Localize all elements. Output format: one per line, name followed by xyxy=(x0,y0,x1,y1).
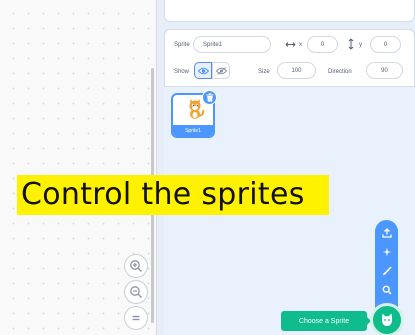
sprite-name-input[interactable]: Sprite1 xyxy=(193,36,271,53)
show-hidden-button[interactable] xyxy=(212,62,230,79)
surprise-icon xyxy=(382,247,391,256)
y-arrows-icon xyxy=(348,38,354,50)
zoom-out-icon xyxy=(130,286,142,298)
zoom-out-button[interactable] xyxy=(124,280,148,304)
direction-input[interactable]: 90 xyxy=(366,62,403,79)
x-value: 0 xyxy=(320,41,325,48)
zoom-reset-button[interactable] xyxy=(124,306,148,330)
upload-icon xyxy=(381,227,392,238)
sprite-name-value: Sprite1 xyxy=(203,41,223,48)
zoom-in-button[interactable] xyxy=(124,254,148,278)
delete-sprite-button[interactable] xyxy=(202,90,217,105)
stage[interactable] xyxy=(164,0,415,22)
size-value: 100 xyxy=(291,67,302,74)
show-label: Show xyxy=(174,69,190,75)
zoom-reset-icon xyxy=(132,315,140,321)
y-value: 0 xyxy=(383,41,388,48)
size-label: Size xyxy=(258,69,270,75)
zoom-in-icon xyxy=(130,260,142,272)
direction-value: 90 xyxy=(381,67,388,74)
x-label: x xyxy=(299,42,302,48)
eye-hidden-icon xyxy=(215,66,227,75)
y-input[interactable]: 0 xyxy=(370,36,401,53)
surprise-sprite-button[interactable] xyxy=(375,243,398,260)
search-sprite-button[interactable] xyxy=(375,281,398,298)
x-arrows-icon xyxy=(285,42,296,47)
paint-icon xyxy=(382,265,392,275)
direction-label: Direction xyxy=(328,69,352,75)
upload-sprite-button[interactable] xyxy=(375,224,398,241)
paint-sprite-button[interactable] xyxy=(375,262,398,279)
sprite-info-panel: Sprite Sprite1 x 0 y 0 Show Size 100 Dir… xyxy=(164,29,415,87)
sprite-name-label: Sprite xyxy=(174,42,190,48)
size-input[interactable]: 100 xyxy=(277,62,316,79)
cat-add-icon xyxy=(381,313,393,326)
show-visible-button[interactable] xyxy=(194,62,212,79)
eye-icon xyxy=(197,67,209,74)
choose-sprite-tooltip: Choose a Sprite xyxy=(281,311,371,331)
x-input[interactable]: 0 xyxy=(307,36,338,53)
sprite-tile-name: Sprite1 xyxy=(173,125,213,136)
search-icon xyxy=(382,285,392,295)
y-label: y xyxy=(359,42,362,48)
code-area[interactable] xyxy=(0,0,157,335)
overlay-caption: Control the sprites xyxy=(17,175,329,215)
cat-sprite-icon xyxy=(189,99,205,119)
trash-icon xyxy=(206,93,213,102)
choose-sprite-button[interactable] xyxy=(370,303,404,335)
